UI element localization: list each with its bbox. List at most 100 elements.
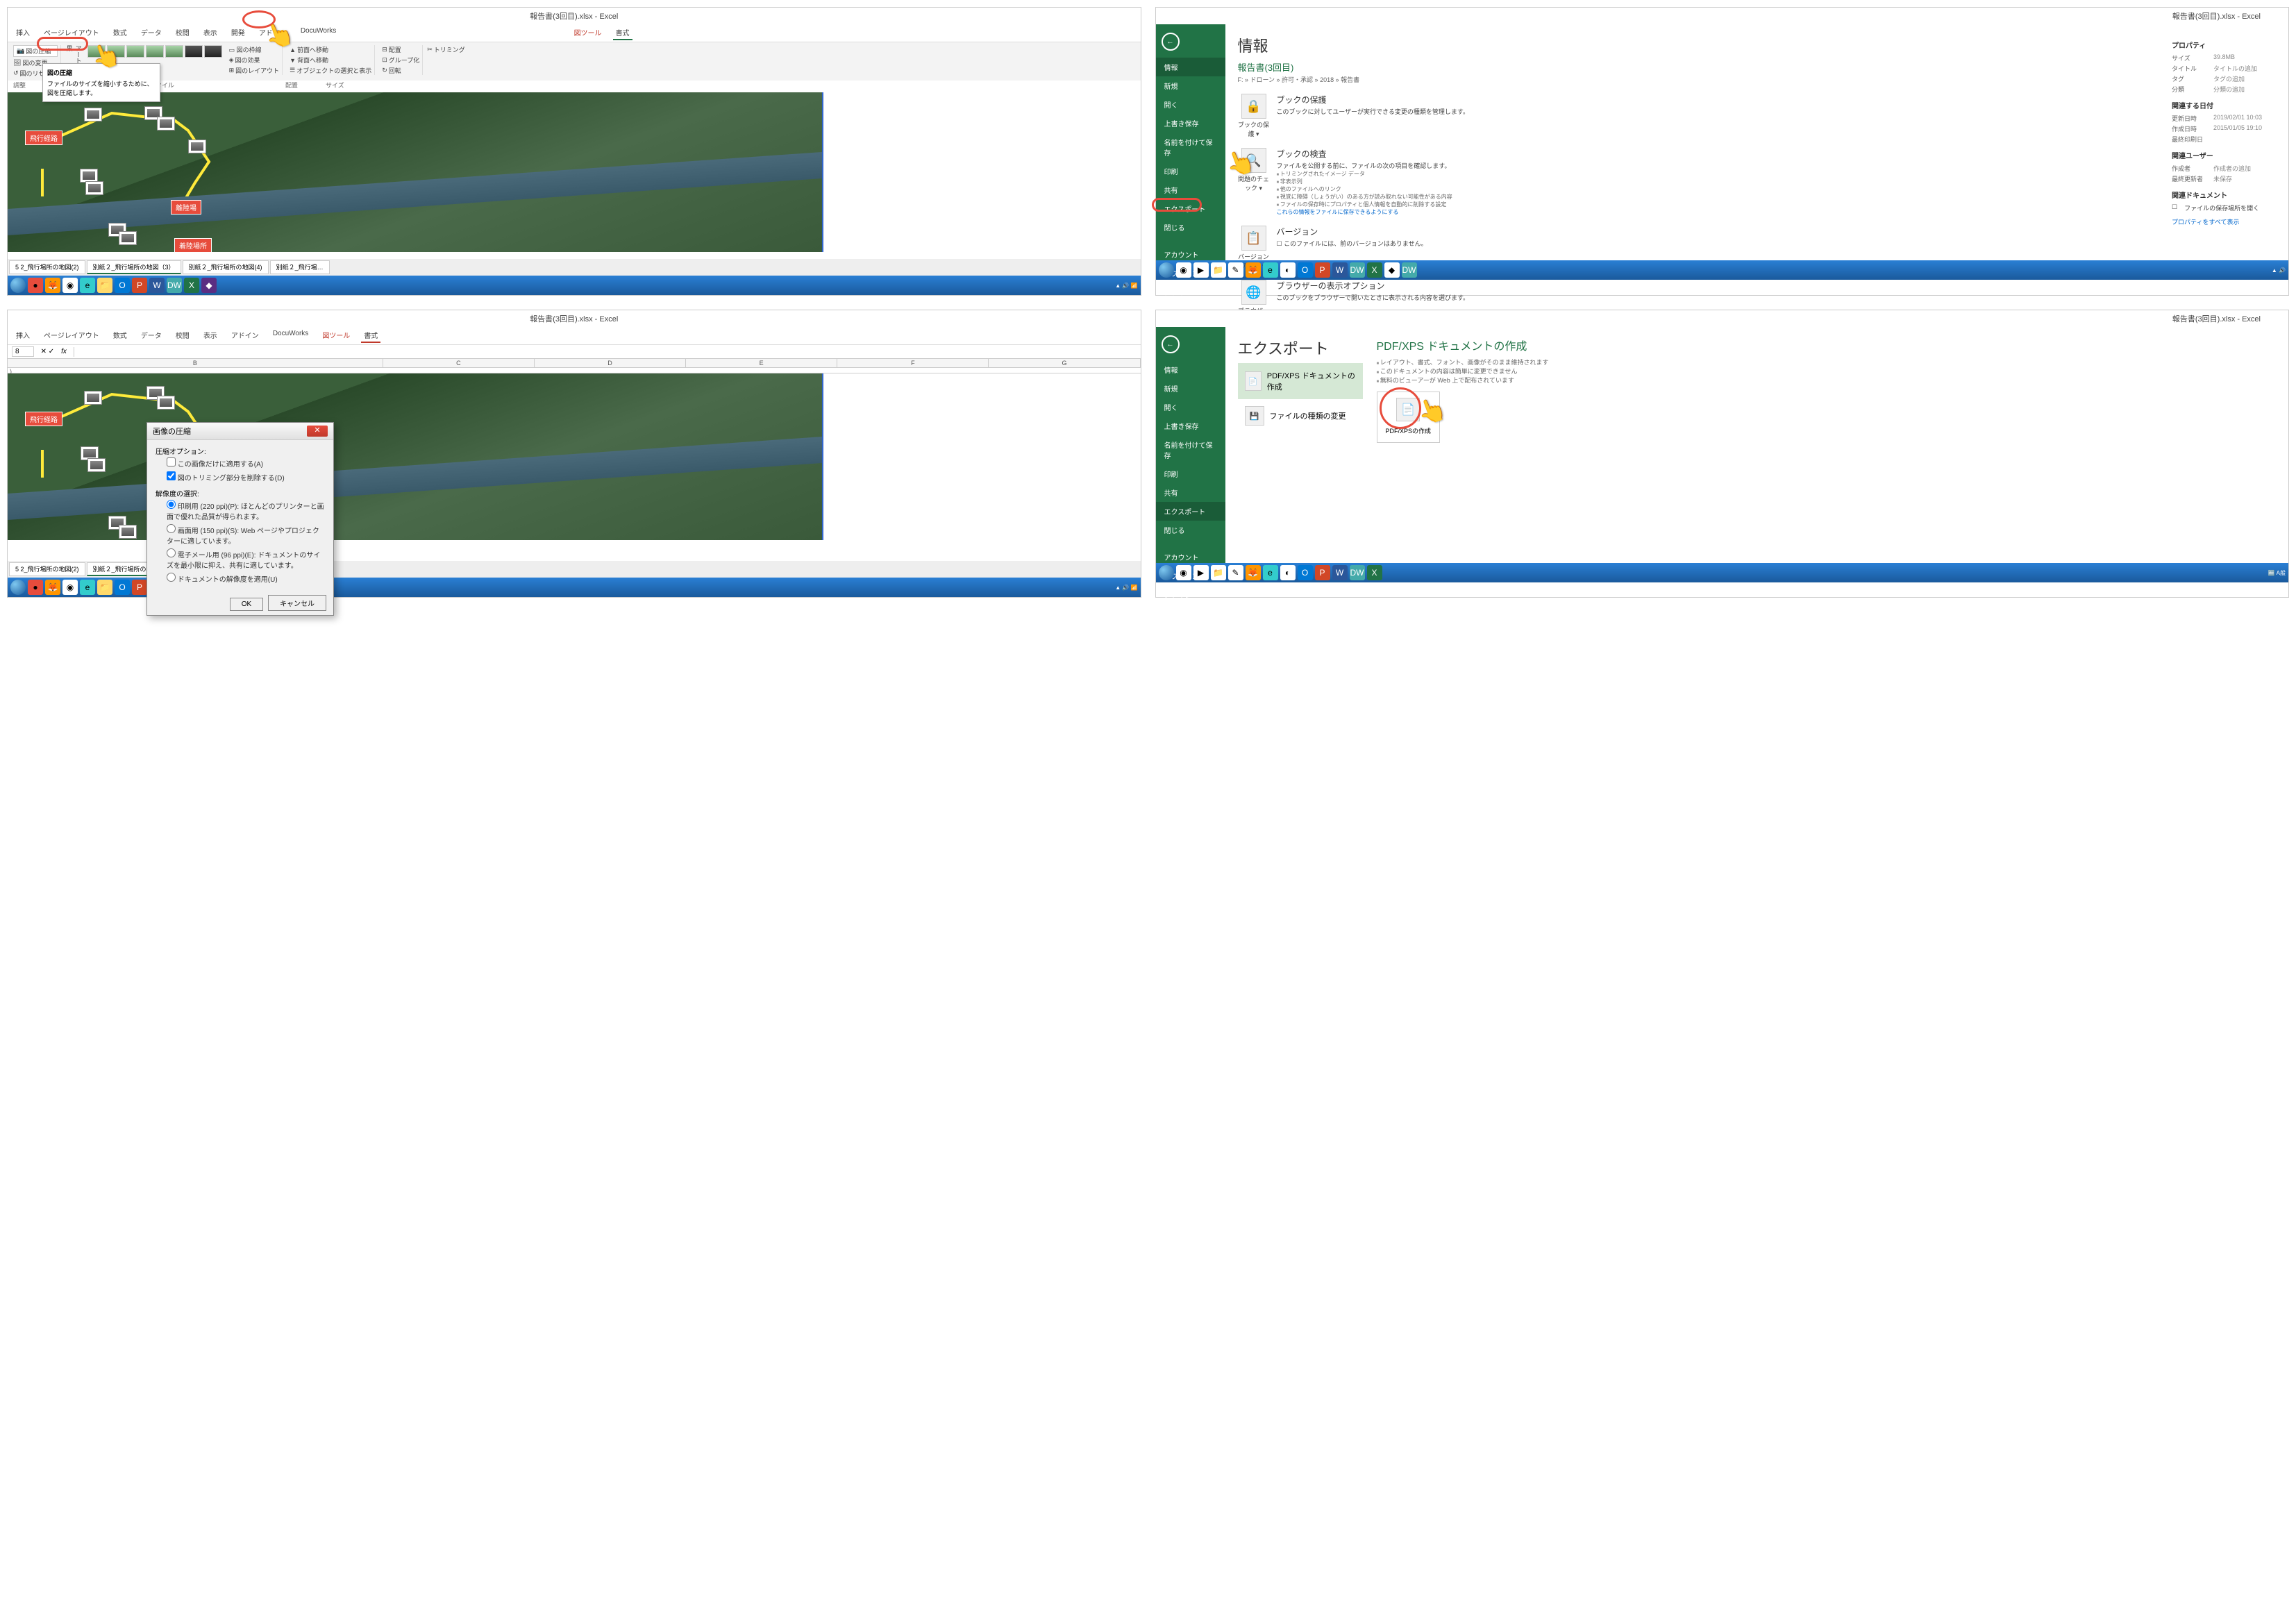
start-button[interactable] — [10, 580, 26, 595]
taskbar-ie-icon[interactable]: e — [1263, 262, 1278, 278]
tab-insert[interactable]: 挿入 — [13, 26, 33, 40]
tab-review[interactable]: 校閲 — [173, 328, 192, 343]
taskbar-app-icon[interactable]: ◐ — [1280, 262, 1296, 278]
export-change-type-option[interactable]: 💾 ファイルの種類の変更 — [1238, 399, 1363, 432]
photo-thumbnail-icon[interactable] — [157, 117, 175, 131]
taskbar-app-icon[interactable]: ◆ — [1384, 262, 1400, 278]
group-button[interactable]: ⊡ グループ化 — [382, 56, 419, 65]
tab-format[interactable]: 書式 — [361, 328, 380, 343]
style-thumb[interactable] — [185, 45, 203, 58]
taskbar-ie-icon[interactable]: e — [80, 580, 95, 595]
sidebar-item-saveas[interactable]: 名前を付けて保存 — [1156, 435, 1225, 464]
sidebar-item-info[interactable]: 情報 — [1156, 360, 1225, 379]
sidebar-item-share[interactable]: 共有 — [1156, 180, 1225, 199]
taskbar-app-icon[interactable]: ▶ — [1193, 565, 1209, 580]
send-backward-button[interactable]: ▼ 背面へ移動 — [290, 56, 371, 65]
taskbar-outlook-icon[interactable]: O — [1298, 565, 1313, 580]
start-button[interactable] — [1159, 565, 1174, 580]
sheet-tab[interactable]: 別紙２_飛行場… — [270, 260, 330, 274]
tab-addin[interactable]: アドイン — [256, 26, 290, 40]
taskbar-excel-icon[interactable]: X — [1367, 262, 1382, 278]
sidebar-item-print[interactable]: 印刷 — [1156, 162, 1225, 180]
taskbar-app-icon[interactable]: 📁 — [1211, 262, 1226, 278]
taskbar-powerpoint-icon[interactable]: P — [132, 580, 147, 595]
tab-data[interactable]: データ — [138, 26, 165, 40]
tab-formula[interactable]: 数式 — [110, 328, 130, 343]
taskbar-outlook-icon[interactable]: O — [115, 278, 130, 293]
system-tray[interactable]: 🔤 A般 — [2268, 569, 2286, 577]
crop-button[interactable]: ✂ トリミング — [427, 45, 465, 54]
radio-email[interactable]: 電子メール用 (96 ppi)(E): ドキュメントのサイズを最小限に抑え、共有… — [156, 547, 325, 571]
sidebar-item-saveas[interactable]: 名前を付けて保存 — [1156, 133, 1225, 162]
taskbar-app-icon[interactable]: ▶ — [1193, 262, 1209, 278]
photo-thumbnail-icon[interactable] — [84, 108, 102, 121]
system-tray[interactable]: ▲ 🔊 📶 — [1115, 283, 1137, 289]
compress-pictures-button[interactable]: 📷 図の圧縮 — [13, 45, 58, 57]
name-box[interactable]: 8 — [12, 346, 34, 357]
sidebar-item-close[interactable]: 閉じる — [1156, 521, 1225, 539]
back-button[interactable]: ← — [1162, 33, 1180, 51]
taskbar-word-icon[interactable]: W — [1332, 565, 1348, 580]
export-pdf-xps-option[interactable]: 📄 PDF/XPS ドキュメントの作成 — [1238, 363, 1363, 399]
taskbar-app-icon[interactable]: 📁 — [1211, 565, 1226, 580]
tab-view[interactable]: 表示 — [201, 328, 220, 343]
sidebar-item-open[interactable]: 開く — [1156, 398, 1225, 417]
sidebar-item-account[interactable]: アカウント — [1156, 245, 1225, 264]
tab-addin[interactable]: アドイン — [228, 328, 262, 343]
sidebar-item-print[interactable]: 印刷 — [1156, 464, 1225, 483]
taskbar-outlook-icon[interactable]: O — [1298, 262, 1313, 278]
taskbar-chrome-icon[interactable]: ◉ — [1176, 565, 1191, 580]
check-issues-button[interactable]: 🔍問題のチェック ▾ — [1238, 148, 1270, 192]
taskbar-powerpoint-icon[interactable]: P — [1315, 262, 1330, 278]
tab-insert[interactable]: 挿入 — [13, 328, 33, 343]
checkbox-delete-cropped[interactable]: 図のトリミング部分を削除する(D) — [156, 470, 325, 484]
sidebar-item-share[interactable]: 共有 — [1156, 483, 1225, 502]
taskbar-firefox-icon[interactable]: 🦊 — [45, 278, 60, 293]
style-thumb[interactable] — [165, 45, 183, 58]
taskbar-chrome-icon[interactable]: ◉ — [1176, 262, 1191, 278]
photo-thumbnail-icon[interactable] — [87, 458, 106, 472]
photo-thumbnail-icon[interactable] — [80, 169, 98, 183]
sidebar-item-export[interactable]: エクスポート — [1156, 199, 1225, 218]
radio-print[interactable]: 印刷用 (220 ppi)(P): ほとんどのプリンターと画面で優れた品質が得ら… — [156, 498, 325, 523]
taskbar-app-icon[interactable]: ◆ — [201, 278, 217, 293]
taskbar-dw-icon[interactable]: DW — [1350, 262, 1365, 278]
taskbar-chrome-icon[interactable]: ◉ — [62, 278, 78, 293]
radio-screen[interactable]: 画面用 (150 ppi)(S): Web ページやプロジェクターに適しています… — [156, 523, 325, 547]
sheet-tab[interactable]: 別紙２_飛行場所の地図(4) — [183, 260, 269, 274]
taskbar-powerpoint-icon[interactable]: P — [1315, 565, 1330, 580]
photo-thumbnail-icon[interactable] — [157, 396, 175, 410]
taskbar-app-icon[interactable]: ✎ — [1228, 262, 1243, 278]
taskbar-ie-icon[interactable]: e — [1263, 565, 1278, 580]
back-button[interactable]: ← — [1162, 335, 1180, 353]
taskbar-ie-icon[interactable]: e — [80, 278, 95, 293]
tab-dev[interactable]: 開発 — [228, 26, 248, 40]
sidebar-item-export[interactable]: エクスポート — [1156, 502, 1225, 521]
sheet-tab[interactable]: 5 2_飛行場所の地図(2) — [9, 562, 85, 576]
style-thumb[interactable] — [87, 45, 106, 58]
dialog-titlebar[interactable]: 画像の圧縮 ✕ — [147, 423, 333, 440]
taskbar-app-icon[interactable]: ● — [28, 580, 43, 595]
taskbar-app-icon[interactable]: ● — [28, 278, 43, 293]
photo-thumbnail-icon[interactable] — [84, 391, 102, 405]
create-pdf-xps-button[interactable]: 📄 PDF/XPSの作成 — [1377, 392, 1441, 443]
tab-formula[interactable]: 数式 — [110, 26, 130, 40]
selection-pane-button[interactable]: ☰ オブジェクトの選択と表示 — [290, 66, 371, 75]
taskbar-word-icon[interactable]: W — [1332, 262, 1348, 278]
tab-format[interactable]: 書式 — [613, 26, 632, 40]
tab-data[interactable]: データ — [138, 328, 165, 343]
taskbar-powerpoint-icon[interactable]: P — [132, 278, 147, 293]
picture-styles-gallery[interactable] — [87, 45, 222, 58]
sidebar-item-close[interactable]: 閉じる — [1156, 218, 1225, 237]
taskbar-firefox-icon[interactable]: 🦊 — [45, 580, 60, 595]
tab-layout[interactable]: ページレイアウト — [41, 328, 102, 343]
taskbar-excel-icon[interactable]: X — [184, 278, 199, 293]
sidebar-item-addins[interactable]: アドイン — [1156, 585, 1225, 604]
ok-button[interactable]: OK — [230, 598, 263, 611]
align-button[interactable]: ⊟ 配置 — [382, 45, 419, 54]
start-button[interactable] — [10, 278, 26, 293]
sheet-tab-active[interactable]: 別紙２_飛行場所の地図（3） — [87, 260, 181, 274]
sidebar-item-new[interactable]: 新規 — [1156, 76, 1225, 95]
taskbar-explorer-icon[interactable]: 📁 — [97, 580, 112, 595]
tab-docuworks[interactable]: DocuWorks — [270, 328, 312, 343]
